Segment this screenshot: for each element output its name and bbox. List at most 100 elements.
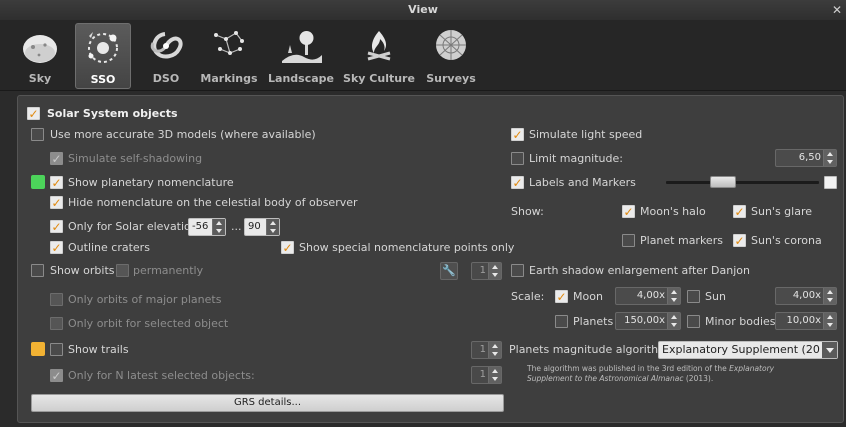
labels-markers-checkbox[interactable] — [511, 175, 524, 191]
surveys-icon — [436, 30, 466, 60]
light-speed-label: Simulate light speed — [529, 128, 643, 141]
note-emphasis: Explanatory — [729, 364, 775, 373]
moons-halo-checkbox[interactable] — [622, 204, 635, 220]
sun-scale-value: 4,00x — [792, 290, 821, 301]
limit-magnitude-stepper[interactable]: 6,50 — [775, 149, 837, 167]
trails-thickness-stepper[interactable]: 1 — [471, 341, 502, 359]
stepper-arrows-icon[interactable] — [212, 219, 225, 235]
special-points-checkbox[interactable] — [281, 240, 294, 256]
moons-halo-label: Moon's halo — [640, 205, 706, 218]
tab-surveys[interactable]: Surveys — [423, 23, 479, 89]
stepper-arrows-icon[interactable] — [667, 313, 680, 329]
tab-sky-culture[interactable]: Sky Culture — [341, 23, 417, 89]
minor-bodies-scale-stepper[interactable]: 10,00x — [775, 312, 837, 330]
suns-glare-checkbox[interactable] — [733, 204, 746, 220]
labels-markers-slider[interactable] — [666, 181, 819, 184]
latest-selected-stepper[interactable]: 1 — [471, 366, 502, 384]
planets-scale-stepper[interactable]: 150,00x — [615, 312, 681, 330]
show-orbits-label: Show orbits — [50, 264, 115, 277]
planets-scale-value: 150,00x — [624, 315, 665, 326]
solar-elevation-checkbox[interactable] — [50, 219, 63, 235]
show-label: Show: — [511, 205, 544, 218]
solar-elevation-max-stepper[interactable]: 90 — [244, 218, 280, 236]
labels-markers-slider-handle[interactable] — [710, 176, 736, 188]
planet-markers-checkbox[interactable] — [622, 234, 635, 247]
algorithm-note-line2: Supplement to the Astronomical Almanac (… — [527, 374, 713, 384]
category-toolbar: Sky SSO DSO Markings Landscape Sky Cultu… — [0, 20, 846, 91]
show-trails-checkbox[interactable] — [50, 343, 63, 356]
minor-bodies-scale-label: Minor bodies — [705, 315, 776, 328]
accurate-3d-models-checkbox[interactable] — [31, 128, 44, 141]
accurate-3d-models-label: Use more accurate 3D models (where avail… — [50, 128, 316, 141]
moon-scale-label: Moon — [573, 290, 603, 303]
solar-system-objects-label: Solar System objects — [47, 107, 178, 120]
sun-scale-stepper[interactable]: 4,00x — [775, 287, 837, 305]
limit-magnitude-checkbox[interactable] — [511, 152, 524, 165]
limit-magnitude-value: 6,50 — [798, 152, 821, 163]
latest-selected-checkbox[interactable] — [50, 368, 63, 384]
orbits-permanently-checkbox[interactable] — [116, 264, 129, 277]
tab-landscape[interactable]: Landscape — [268, 23, 334, 89]
solar-elevation-separator: ... — [231, 220, 242, 233]
magnitude-algorithm-select[interactable]: Explanatory Supplement (2013) — [658, 341, 838, 359]
selected-object-orbit-checkbox[interactable] — [50, 317, 63, 330]
stepper-arrows-icon[interactable] — [488, 367, 501, 383]
major-planets-label: Only orbits of major planets — [68, 293, 222, 306]
sso-icon — [88, 32, 118, 63]
scale-label: Scale: — [511, 290, 545, 303]
stepper-arrows-icon[interactable] — [823, 313, 836, 329]
sky-icon — [23, 35, 57, 63]
stepper-arrows-icon[interactable] — [823, 288, 836, 304]
tab-sso[interactable]: SSO — [75, 23, 131, 89]
close-icon[interactable]: ✕ — [830, 2, 844, 18]
nomenclature-color-swatch[interactable] — [31, 175, 45, 189]
planets-scale-checkbox[interactable] — [555, 315, 568, 328]
stepper-arrows-icon[interactable] — [823, 150, 836, 166]
hide-nomenclature-label: Hide nomenclature on the celestial body … — [68, 196, 358, 209]
magnitude-algorithm-value: Explanatory Supplement (2013) — [662, 343, 821, 356]
self-shadowing-checkbox[interactable] — [50, 151, 63, 167]
labels-markers-color-swatch[interactable] — [824, 176, 837, 189]
stepper-arrows-icon[interactable] — [667, 288, 680, 304]
tab-label: Sky Culture — [343, 72, 415, 85]
note-text: (2013). — [683, 374, 714, 383]
planetary-nomenclature-checkbox[interactable] — [50, 175, 63, 191]
stepper-arrows-icon[interactable] — [488, 342, 501, 358]
note-emphasis: Supplement to the Astronomical Almanac — [527, 374, 684, 383]
major-planets-checkbox[interactable] — [50, 293, 63, 306]
show-orbits-checkbox[interactable] — [31, 264, 44, 277]
tab-label: Sky — [28, 72, 52, 85]
stepper-arrows-icon[interactable] — [266, 219, 279, 235]
earth-shadow-checkbox[interactable] — [511, 264, 524, 277]
moon-scale-checkbox[interactable] — [555, 289, 568, 305]
solar-system-objects-checkbox[interactable] — [27, 106, 40, 122]
title-bar: View ✕ — [0, 0, 846, 20]
planet-markers-label: Planet markers — [640, 234, 723, 247]
chevron-down-icon[interactable] — [822, 342, 837, 358]
trails-color-swatch[interactable] — [31, 342, 45, 356]
window-title: View — [408, 3, 438, 16]
sun-scale-checkbox[interactable] — [687, 290, 700, 303]
stepper-arrows-icon[interactable] — [488, 263, 501, 279]
show-trails-label: Show trails — [68, 343, 129, 356]
tab-label: Surveys — [426, 72, 476, 85]
suns-corona-checkbox[interactable] — [733, 233, 746, 249]
light-speed-checkbox[interactable] — [511, 127, 524, 143]
moon-scale-stepper[interactable]: 4,00x — [615, 287, 681, 305]
special-points-label: Show special nomenclature points only — [299, 241, 515, 254]
orbits-thickness-stepper[interactable]: 1 — [471, 262, 502, 280]
orbits-settings-wrench-icon[interactable]: 🔧 — [440, 262, 458, 280]
markings-icon — [214, 31, 244, 55]
tab-sky[interactable]: Sky — [14, 23, 66, 89]
tab-label: Landscape — [268, 72, 334, 85]
minor-bodies-scale-checkbox[interactable] — [687, 315, 700, 328]
grs-details-button[interactable]: GRS details... — [31, 394, 504, 412]
tab-markings[interactable]: Markings — [199, 23, 259, 89]
orbits-permanently-label: permanently — [133, 264, 204, 277]
suns-glare-label: Sun's glare — [751, 205, 813, 218]
landscape-icon — [282, 31, 322, 63]
solar-elevation-min-stepper[interactable]: -56 — [188, 218, 226, 236]
outline-craters-checkbox[interactable] — [50, 240, 63, 256]
tab-dso[interactable]: DSO — [140, 23, 192, 89]
hide-nomenclature-checkbox[interactable] — [50, 195, 63, 211]
